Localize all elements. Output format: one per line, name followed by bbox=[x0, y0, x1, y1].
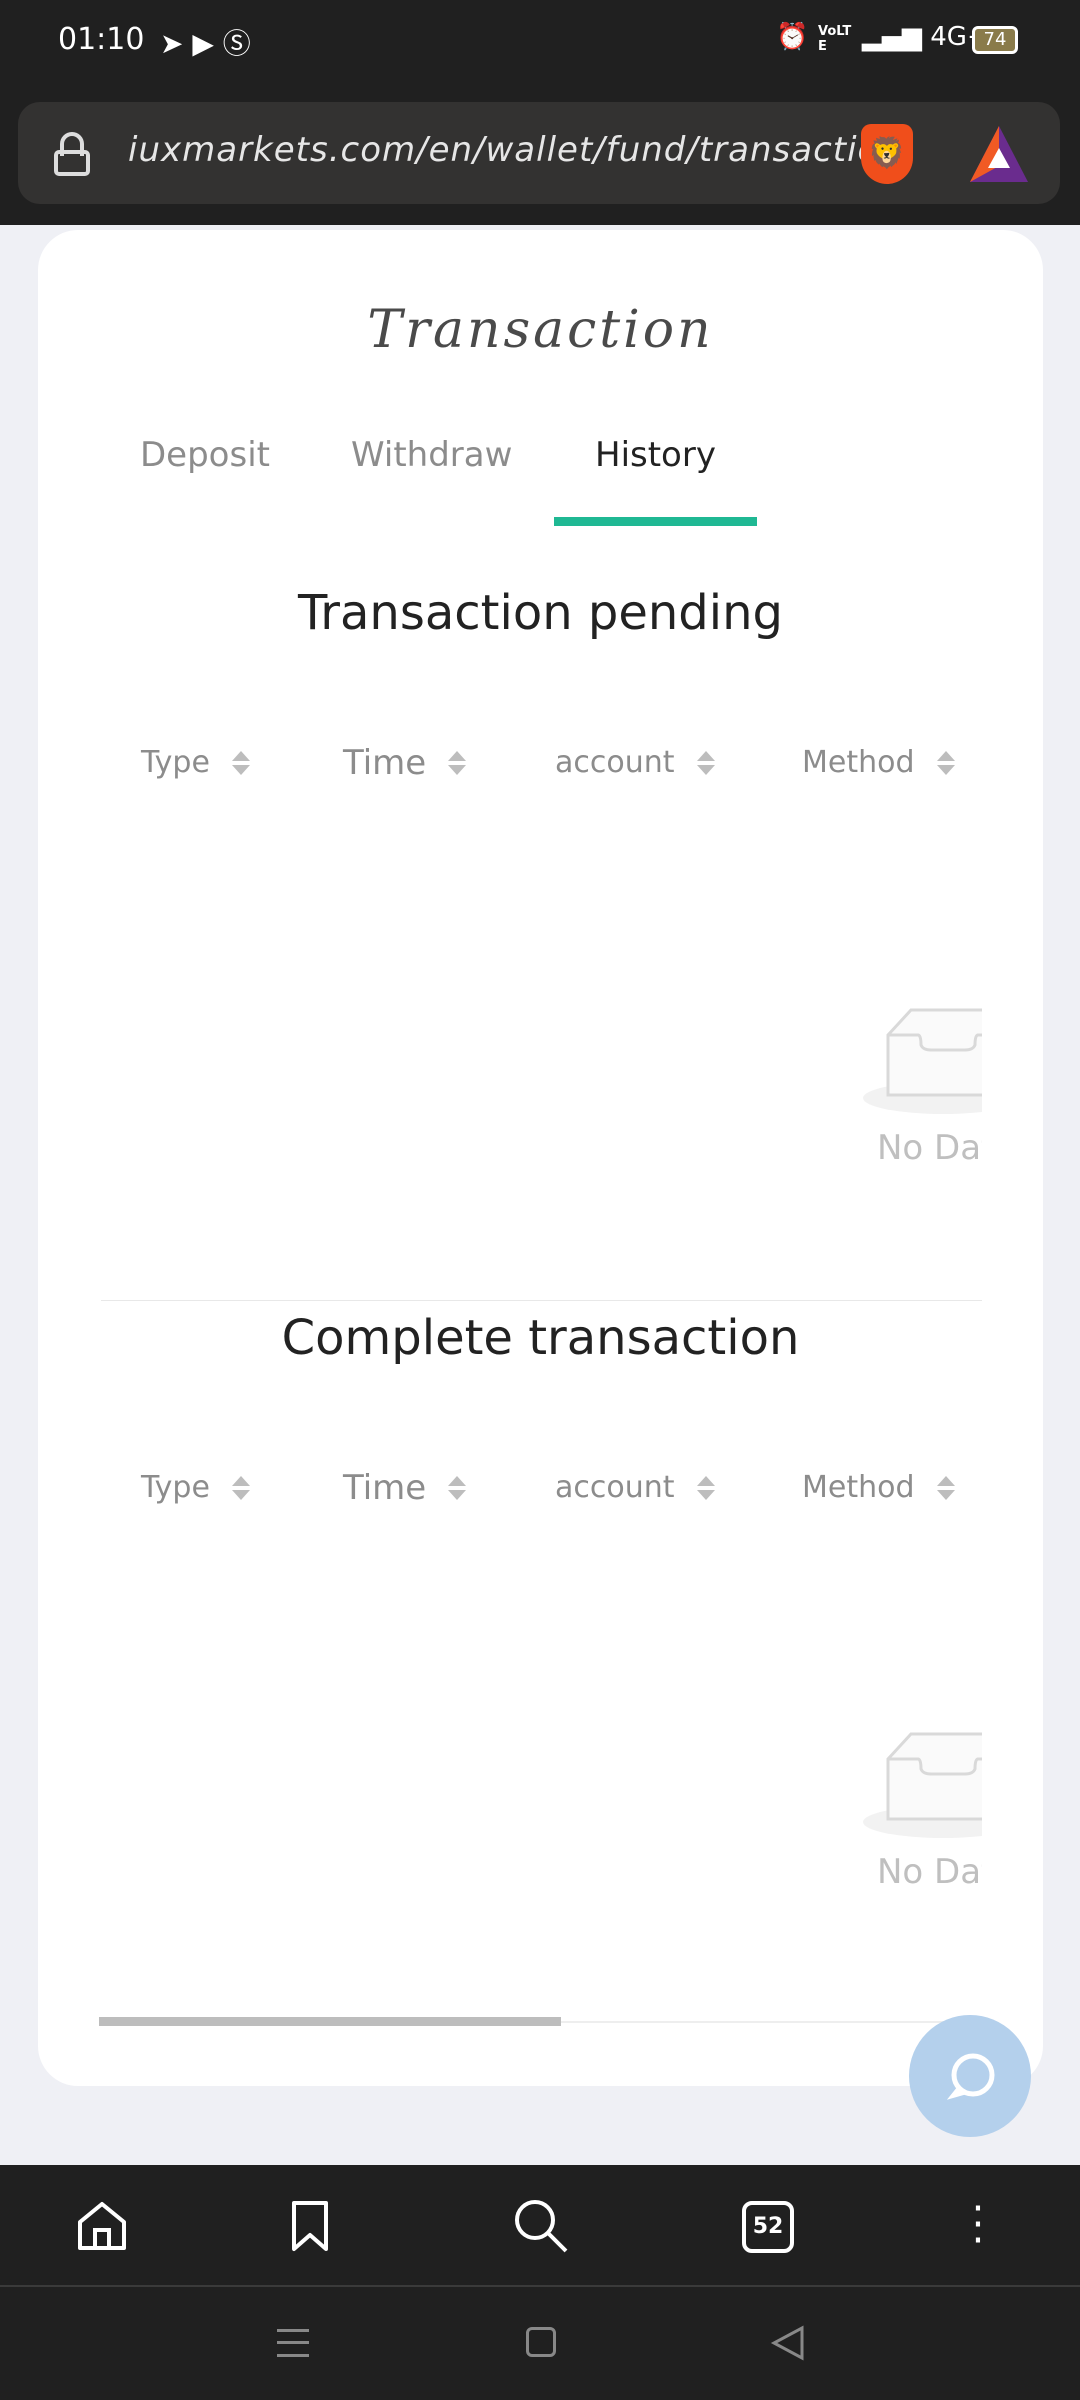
system-navigation-bar bbox=[0, 2287, 1080, 2400]
active-tab-indicator bbox=[554, 517, 757, 526]
home-icon[interactable] bbox=[76, 2200, 128, 2252]
sort-icon[interactable] bbox=[448, 751, 467, 775]
complete-section-title: Complete transaction bbox=[281, 1310, 800, 1366]
tab-history[interactable]: History bbox=[595, 435, 716, 475]
address-bar[interactable]: iuxmarkets.com/en/wallet/fund/transactio… bbox=[18, 102, 1060, 204]
horizontal-scrollbar-thumb[interactable] bbox=[99, 2017, 561, 2026]
alarm-icon: ⏰ bbox=[776, 22, 809, 52]
volte-indicator: VoLTE bbox=[818, 24, 852, 54]
transaction-card: Transaction Deposit Withdraw History Tra… bbox=[38, 230, 1043, 2086]
chat-button[interactable] bbox=[909, 2015, 1031, 2137]
sort-icon[interactable] bbox=[696, 750, 715, 775]
column-header-method[interactable]: Method bbox=[802, 1470, 955, 1505]
chat-icon bbox=[946, 2053, 995, 2100]
browser-bottom-toolbar: 52 · · · bbox=[0, 2165, 1080, 2287]
sort-icon[interactable] bbox=[696, 1475, 715, 1500]
recents-icon[interactable] bbox=[277, 2329, 309, 2357]
sort-icon[interactable] bbox=[936, 750, 955, 775]
no-data-text: No Data bbox=[877, 1128, 982, 1168]
menu-icon[interactable]: · · · bbox=[968, 2189, 988, 2261]
brave-rewards-icon[interactable] bbox=[970, 126, 1028, 182]
search-icon[interactable] bbox=[512, 2197, 570, 2255]
column-header-method[interactable]: Method bbox=[802, 745, 955, 780]
signal-icons: ▂▄▆ 4G+ bbox=[862, 22, 989, 52]
column-header-time[interactable]: Time bbox=[343, 1468, 467, 1508]
sort-icon[interactable] bbox=[231, 1475, 250, 1500]
brave-shields-icon[interactable]: 🦁 bbox=[861, 124, 913, 184]
tab-deposit[interactable]: Deposit bbox=[140, 435, 270, 475]
divider bbox=[101, 1300, 982, 1301]
status-and-url-area: 01:10 ➤ ▶ Ⓢ ⏰ VoLTE ▂▄▆ 4G+ 74 iuxmarket… bbox=[0, 0, 1080, 225]
notification-icons: ➤ ▶ Ⓢ bbox=[160, 27, 251, 60]
home-nav-icon[interactable] bbox=[526, 2327, 556, 2357]
sort-icon[interactable] bbox=[448, 1476, 467, 1500]
url-text[interactable]: iuxmarkets.com/en/wallet/fund/transactio… bbox=[128, 130, 902, 170]
column-header-type[interactable]: Type bbox=[141, 745, 250, 780]
bookmark-icon[interactable] bbox=[290, 2199, 330, 2253]
tabs-button[interactable]: 52 bbox=[742, 2201, 794, 2253]
page-title: Transaction bbox=[367, 300, 714, 360]
status-time: 01:10 bbox=[58, 22, 145, 57]
lock-icon bbox=[54, 132, 90, 176]
pending-section-title: Transaction pending bbox=[298, 585, 783, 641]
no-data-text: No Data bbox=[877, 1852, 982, 1892]
column-header-account[interactable]: account bbox=[555, 1470, 715, 1505]
column-header-type[interactable]: Type bbox=[141, 1470, 250, 1505]
battery-icon: 74 bbox=[972, 26, 1018, 54]
back-icon[interactable] bbox=[770, 2325, 806, 2361]
sort-icon[interactable] bbox=[936, 1475, 955, 1500]
tab-withdraw[interactable]: Withdraw bbox=[351, 435, 512, 475]
sort-icon[interactable] bbox=[231, 750, 250, 775]
column-header-account[interactable]: account bbox=[555, 745, 715, 780]
column-header-time[interactable]: Time bbox=[343, 743, 467, 783]
